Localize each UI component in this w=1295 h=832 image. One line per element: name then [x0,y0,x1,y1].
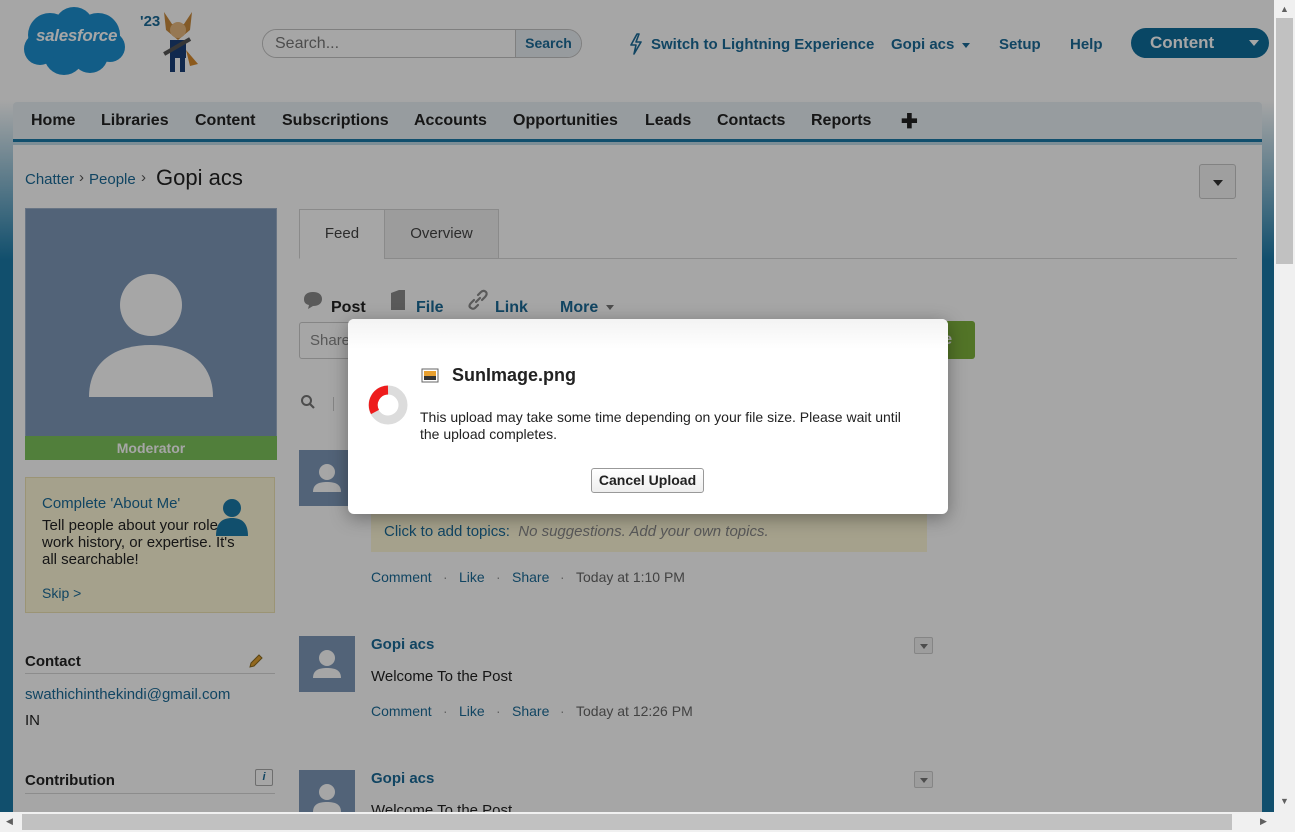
app-window: salesforce '23 Search Switch to Lightnin… [0,0,1274,812]
horizontal-scroll-thumb[interactable] [22,814,1232,830]
scroll-left-icon[interactable]: ◀ [6,816,13,827]
scroll-down-icon[interactable]: ▼ [1280,796,1289,806]
upload-message: This upload may take some time depending… [420,409,901,442]
upload-filename: SunImage.png [452,365,577,385]
vertical-scroll-thumb[interactable] [1276,18,1293,264]
scroll-right-icon[interactable]: ▶ [1260,816,1267,827]
scroll-up-icon[interactable]: ▲ [1280,4,1289,14]
cancel-upload-button[interactable]: Cancel Upload [591,468,704,493]
upload-spinner-icon [368,385,408,425]
image-file-icon [421,368,439,383]
